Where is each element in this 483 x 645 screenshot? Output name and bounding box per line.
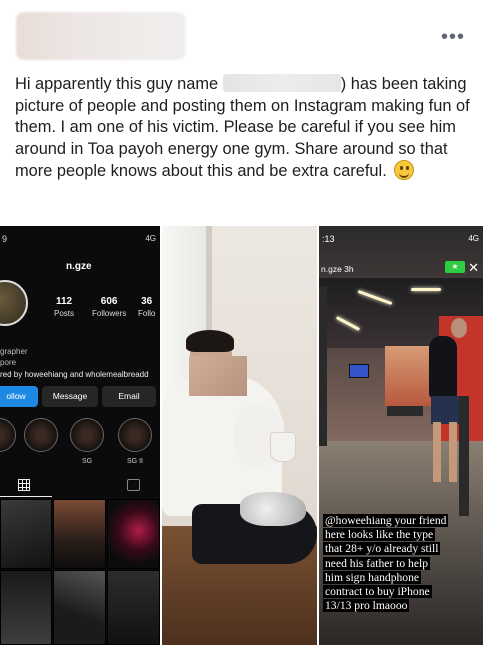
- stat-followers-value: 606: [100, 296, 118, 307]
- post-thumbnail[interactable]: [0, 570, 52, 645]
- gym-tv-screen: [349, 364, 369, 378]
- green-badge-icon: ★: [445, 261, 465, 273]
- gym-machine: [459, 396, 469, 516]
- caption-line: that 28+ y/o already still: [323, 542, 441, 556]
- post-thumbnail[interactable]: [107, 499, 160, 569]
- stat-posts-label: Posts: [54, 309, 75, 318]
- post-thumbnail[interactable]: [53, 570, 106, 645]
- stat-followers-label: Followers: [92, 309, 127, 318]
- caption-line: @howeehiang your friend: [323, 514, 449, 527]
- gym-story-screenshot[interactable]: :13 4G n.gze 3h ★ ✕ @howeehiang your fri…: [319, 226, 483, 645]
- grid-view-icon[interactable]: [18, 479, 30, 491]
- story-highlight[interactable]: [0, 418, 16, 452]
- redacted-name: [222, 74, 341, 92]
- sneaker: [240, 492, 306, 526]
- post-thumbnail[interactable]: [0, 499, 52, 569]
- coffee-cup: [270, 432, 296, 462]
- ceiling-light: [411, 288, 441, 291]
- story-highlight[interactable]: [24, 418, 58, 452]
- post-thumbnail[interactable]: [53, 499, 106, 569]
- man-hair: [186, 330, 234, 352]
- stat-following-label: Follo: [138, 309, 156, 318]
- gym-person-leg: [449, 422, 457, 482]
- email-button[interactable]: Email: [102, 386, 156, 407]
- gym-bench: [387, 406, 423, 416]
- stat-posts: 112 Posts: [54, 296, 74, 318]
- status-signal: 4G: [468, 234, 479, 243]
- caption-line: here looks like the type: [323, 528, 436, 542]
- highlight-label: SG II: [127, 458, 143, 465]
- caption-line: contract to buy iPhone: [323, 585, 432, 599]
- status-time: :13: [322, 234, 335, 244]
- status-time: 9: [2, 234, 8, 244]
- caption-line: him sign handphone: [323, 570, 422, 584]
- bio-line: pore: [0, 358, 17, 367]
- status-signal: 4G: [145, 234, 156, 243]
- bio-followed-by: red by howeehiang and wholemealbreadd: [0, 370, 149, 379]
- active-tab-indicator: [0, 496, 52, 497]
- stat-following: 36 Follo: [138, 296, 155, 318]
- highlight-label: SG: [81, 458, 93, 465]
- story-highlight[interactable]: [70, 418, 104, 452]
- bio-line: grapher: [0, 347, 28, 356]
- stat-following-value: 36: [141, 296, 153, 307]
- instagram-profile-screenshot[interactable]: 9 4G n.gze 112 Posts 606 Followers 36 Fo…: [0, 226, 160, 645]
- follow-button[interactable]: ollow: [0, 386, 38, 407]
- more-options-button[interactable]: •••: [441, 26, 465, 49]
- stat-posts-value: 112: [55, 296, 73, 307]
- photo-collage[interactable]: 9 4G n.gze 112 Posts 606 Followers 36 Fo…: [0, 226, 483, 645]
- post-text: Hi apparently this guy name ) has been t…: [15, 74, 470, 183]
- gym-person-leg: [433, 422, 441, 482]
- man-on-sofa-photo[interactable]: [162, 226, 317, 645]
- story-caption: @howeehiang your friend here looks like …: [323, 514, 481, 613]
- post-header: •••: [0, 0, 483, 70]
- caption-line: 13/13 pro lmaooo: [323, 599, 410, 613]
- smiley-emoji-icon: [394, 160, 415, 181]
- profile-avatar: [0, 280, 28, 326]
- gym-person-head: [451, 318, 467, 338]
- story-highlight[interactable]: [118, 418, 152, 452]
- stat-followers: 606 Followers: [92, 296, 126, 318]
- gym-person-shorts: [431, 396, 459, 424]
- gym-person-body: [429, 336, 457, 398]
- message-button[interactable]: Message: [42, 386, 98, 407]
- story-username: n.gze 3h: [321, 264, 354, 274]
- post-thumbnail[interactable]: [107, 570, 160, 645]
- blurred-face: [189, 356, 247, 396]
- gym-machine: [319, 286, 327, 446]
- profile-username: n.gze: [66, 261, 92, 272]
- tagged-posts-icon[interactable]: [127, 479, 140, 491]
- close-icon[interactable]: ✕: [468, 260, 479, 276]
- post-text-part1: Hi apparently this guy name: [15, 75, 223, 93]
- blurred-author-name[interactable]: [16, 12, 186, 60]
- caption-line: need his father to help: [323, 556, 431, 570]
